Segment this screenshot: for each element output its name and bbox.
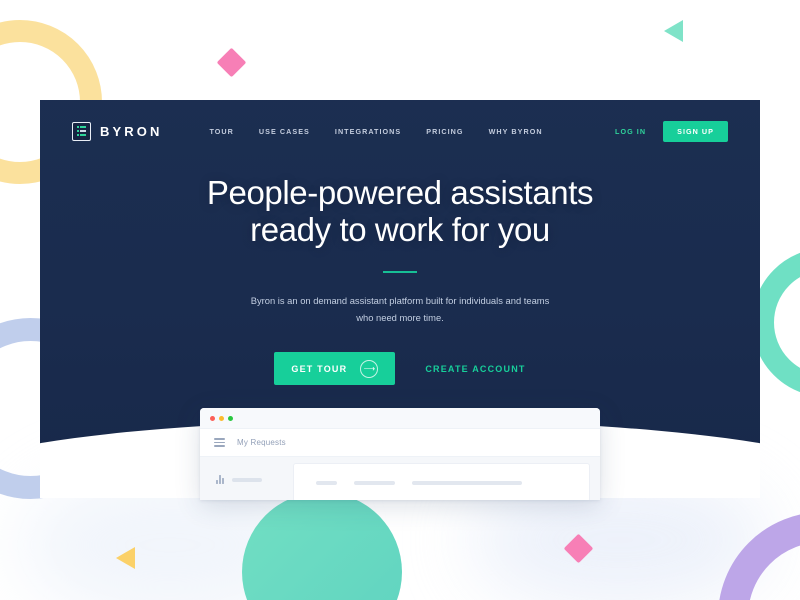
arrow-right-icon: ⟶: [360, 359, 379, 378]
get-tour-label: GET TOUR: [291, 363, 348, 374]
hero-cta-group: GET TOUR ⟶ CREATE ACCOUNT: [40, 352, 760, 385]
window-title: My Requests: [237, 438, 286, 447]
app-window-mockup: My Requests: [200, 408, 600, 500]
decoration-purple-ring: [718, 512, 800, 600]
sidebar-placeholder-bar: [232, 477, 262, 482]
minimize-icon[interactable]: [219, 415, 224, 421]
decoration-mint-circle: [242, 492, 402, 600]
hero-title-line-2: ready to work for you: [250, 211, 550, 248]
request-list-card: [293, 463, 590, 500]
create-account-button[interactable]: CREATE ACCOUNT: [425, 364, 525, 374]
bar-chart-icon[interactable]: [216, 475, 224, 484]
close-icon[interactable]: [210, 415, 215, 421]
decoration-pink-diamond-top: [216, 47, 247, 78]
window-sidebar: [200, 457, 293, 500]
window-header: My Requests: [200, 429, 600, 457]
decoration-yellow-triangle: [116, 547, 135, 569]
get-tour-button[interactable]: GET TOUR ⟶: [274, 352, 396, 385]
window-titlebar: [200, 408, 600, 429]
maximize-icon[interactable]: [228, 415, 233, 421]
window-body: [200, 457, 600, 500]
hamburger-menu-icon[interactable]: [214, 438, 225, 447]
decoration-mint-triangle: [664, 20, 683, 42]
hero-subtitle: Byron is an on demand assistant platform…: [250, 292, 550, 326]
hero-content: People-powered assistants ready to work …: [40, 100, 760, 427]
title-divider: [383, 271, 417, 273]
placeholder-bar-medium: [354, 480, 395, 485]
page-root: BYRON TOUR USE CASES INTEGRATIONS PRICIN…: [0, 0, 800, 600]
hero-title-line-1: People-powered assistants: [206, 174, 594, 211]
placeholder-bar-short: [316, 480, 337, 485]
placeholder-bar-long: [412, 480, 522, 485]
page-title: People-powered assistants ready to work …: [40, 162, 760, 248]
decoration-pink-diamond-bottom: [563, 533, 594, 564]
hero-subtitle-line-1: Byron is an on demand assistant platform…: [250, 295, 503, 306]
